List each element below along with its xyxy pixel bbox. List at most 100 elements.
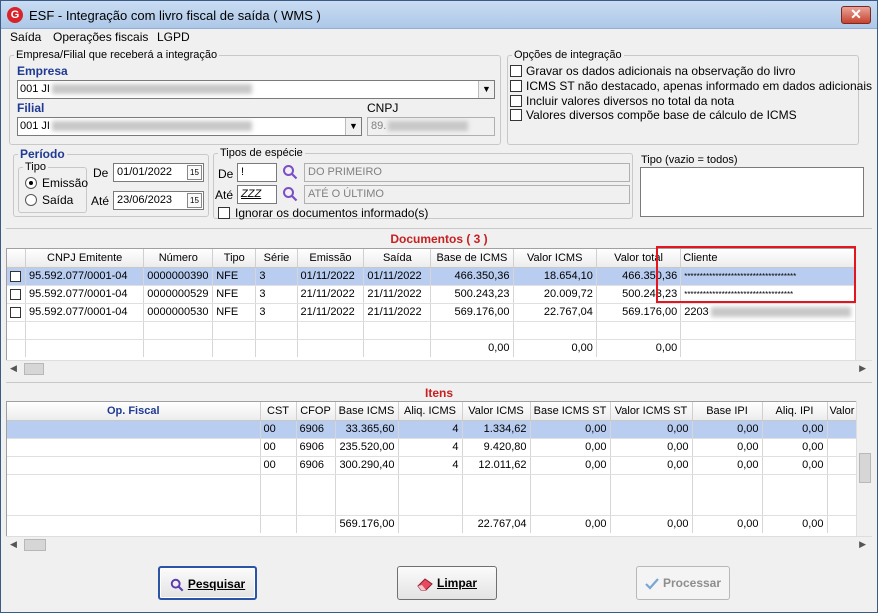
tipo-vazio-textarea[interactable] <box>640 167 864 217</box>
filial-select[interactable]: 001 JI ▼ <box>17 117 362 136</box>
total-base-icms-st: 0,00 <box>530 515 611 533</box>
cell-op-fiscal <box>7 420 261 439</box>
cell-base-icms: 466.350,36 <box>430 267 514 286</box>
itens-vertical-scrollbar[interactable] <box>856 401 873 538</box>
scroll-right-icon[interactable]: ▶ <box>859 539 866 550</box>
cell-cliente: ************************************ <box>680 267 858 286</box>
cell-cfop: 6906 <box>296 420 336 439</box>
periodo-ate-input[interactable]: 23/06/2023 15 <box>113 191 204 210</box>
empresa-label: Empresa <box>17 64 68 78</box>
cell-cnpj: 95.592.077/0001-04 <box>25 267 145 286</box>
cell-serie: 3 <box>255 267 298 286</box>
row-checkbox[interactable] <box>10 306 21 318</box>
search-icon[interactable] <box>282 186 298 202</box>
col-header-base-icms-st[interactable]: Base ICMS ST <box>530 402 611 421</box>
cell-base-icms-st: 0,00 <box>530 438 611 457</box>
empresa-select[interactable]: 001 JI ▼ <box>17 80 495 99</box>
scroll-left-icon[interactable]: ◀ <box>10 539 17 550</box>
periodo-legend: Período <box>20 147 65 161</box>
col-header-valor[interactable]: Valor <box>827 402 856 421</box>
col-header-valor-total[interactable]: Valor total <box>596 249 682 268</box>
row-select-cell[interactable] <box>7 303 27 322</box>
especie-ate-code-input[interactable]: ZZZ <box>237 185 277 204</box>
table-row[interactable]: 95.592.077/0001-04 0000000529 NFE 3 21/1… <box>7 285 858 304</box>
cell-valor-icms: 1.334,62 <box>462 420 531 439</box>
col-header-base-icms[interactable]: Base ICMS <box>335 402 399 421</box>
col-header-cst[interactable]: CST <box>260 402 297 421</box>
menu-saida[interactable]: Saída <box>10 30 41 44</box>
scroll-thumb[interactable] <box>859 453 871 483</box>
documentos-vertical-scrollbar[interactable] <box>855 248 872 361</box>
col-header-cfop[interactable]: CFOP <box>296 402 336 421</box>
col-header-op-fiscal[interactable]: Op. Fiscal <box>7 402 261 421</box>
col-header-select[interactable] <box>7 249 27 268</box>
total-aliq-ipi: 0,00 <box>762 515 828 533</box>
menu-lgpd[interactable]: LGPD <box>157 30 190 44</box>
cell-valor-icms: 9.420,80 <box>462 438 531 457</box>
row-select-cell[interactable] <box>7 267 27 286</box>
cnpj-value: 89. <box>371 120 387 132</box>
table-row[interactable]: 00 6906 33.365,60 4 1.334,62 0,00 0,00 0… <box>7 420 856 439</box>
cell-emissao: 01/11/2022 <box>297 267 365 286</box>
cell-base-icms-st: 0,00 <box>530 420 611 439</box>
row-checkbox[interactable] <box>10 288 21 300</box>
menu-bar: Saída Operações fiscais LGPD <box>1 29 877 47</box>
cell-valor-total: 500.243,23 <box>596 285 682 304</box>
processar-button[interactable]: Processar <box>636 566 730 600</box>
pesquisar-button[interactable]: Pesquisar <box>158 566 257 600</box>
cell-cfop: 6906 <box>296 438 336 457</box>
row-select-cell[interactable] <box>7 285 27 304</box>
radio-emissao[interactable] <box>25 177 37 189</box>
radio-saida[interactable] <box>25 194 37 206</box>
table-row[interactable]: 00 6906 300.290,40 4 12.011,62 0,00 0,00… <box>7 456 856 475</box>
table-row[interactable]: 95.592.077/0001-04 0000000390 NFE 3 01/1… <box>7 267 858 286</box>
opcao-valores-diversos-checkbox[interactable] <box>510 95 522 107</box>
chevron-down-icon[interactable]: ▼ <box>478 81 494 98</box>
app-window: G ESF - Integração com livro fiscal de s… <box>0 0 878 613</box>
row-checkbox[interactable] <box>10 270 21 282</box>
ignorar-documentos-checkbox[interactable] <box>218 207 230 219</box>
col-header-cnpj[interactable]: CNPJ Emitente <box>25 249 145 268</box>
cell-numero: 0000000530 <box>143 303 214 322</box>
cell-base-icms: 235.520,00 <box>335 438 399 457</box>
search-icon[interactable] <box>282 164 298 180</box>
cell-aliq-icms: 4 <box>398 456 463 475</box>
col-header-aliq-ipi[interactable]: Aliq. IPI <box>762 402 828 421</box>
opcao-base-calculo-label: Valores diversos compõe base de cálculo … <box>526 108 797 122</box>
col-header-base-icms[interactable]: Base de ICMS <box>430 249 514 268</box>
col-header-tipo[interactable]: Tipo <box>212 249 257 268</box>
col-header-saida[interactable]: Saída <box>363 249 432 268</box>
cell-base-ipi: 0,00 <box>692 420 763 439</box>
scroll-thumb[interactable] <box>24 539 46 551</box>
calendar-icon[interactable]: 15 <box>187 165 202 180</box>
documentos-totals-row: 0,00 0,00 0,00 <box>7 339 858 357</box>
eraser-icon <box>417 578 433 591</box>
col-header-valor-icms[interactable]: Valor ICMS <box>513 249 597 268</box>
itens-horizontal-scrollbar[interactable]: ◀ ▶ <box>6 536 872 553</box>
periodo-de-input[interactable]: 01/01/2022 15 <box>113 163 204 182</box>
opcao-base-calculo-checkbox[interactable] <box>510 109 522 121</box>
col-header-numero[interactable]: Número <box>143 249 214 268</box>
col-header-emissao[interactable]: Emissão <box>297 249 365 268</box>
col-header-valor-icms[interactable]: Valor ICMS <box>462 402 531 421</box>
col-header-valor-icms-st[interactable]: Valor ICMS ST <box>610 402 693 421</box>
opcao-gravar-checkbox[interactable] <box>510 65 522 77</box>
col-header-serie[interactable]: Série <box>255 249 298 268</box>
col-header-cliente[interactable]: Cliente <box>680 249 858 268</box>
scroll-right-icon[interactable]: ▶ <box>859 363 866 374</box>
opcao-icms-st-checkbox[interactable] <box>510 80 522 92</box>
table-row[interactable]: 95.592.077/0001-04 0000000530 NFE 3 21/1… <box>7 303 858 322</box>
calendar-icon[interactable]: 15 <box>187 193 202 208</box>
chevron-down-icon[interactable]: ▼ <box>345 118 361 135</box>
col-header-base-ipi[interactable]: Base IPI <box>692 402 763 421</box>
filial-value: 001 JI <box>20 120 50 132</box>
documentos-horizontal-scrollbar[interactable]: ◀ ▶ <box>6 360 872 377</box>
especie-de-code-input[interactable]: ! <box>237 163 277 182</box>
limpar-button[interactable]: Limpar <box>397 566 497 600</box>
table-row[interactable]: 00 6906 235.520,00 4 9.420,80 0,00 0,00 … <box>7 438 856 457</box>
close-button[interactable]: ✕ <box>841 6 871 24</box>
menu-operacoes-fiscais[interactable]: Operações fiscais <box>53 30 148 44</box>
scroll-thumb[interactable] <box>24 363 44 375</box>
scroll-left-icon[interactable]: ◀ <box>10 363 17 374</box>
col-header-aliq-icms[interactable]: Aliq. ICMS <box>398 402 463 421</box>
